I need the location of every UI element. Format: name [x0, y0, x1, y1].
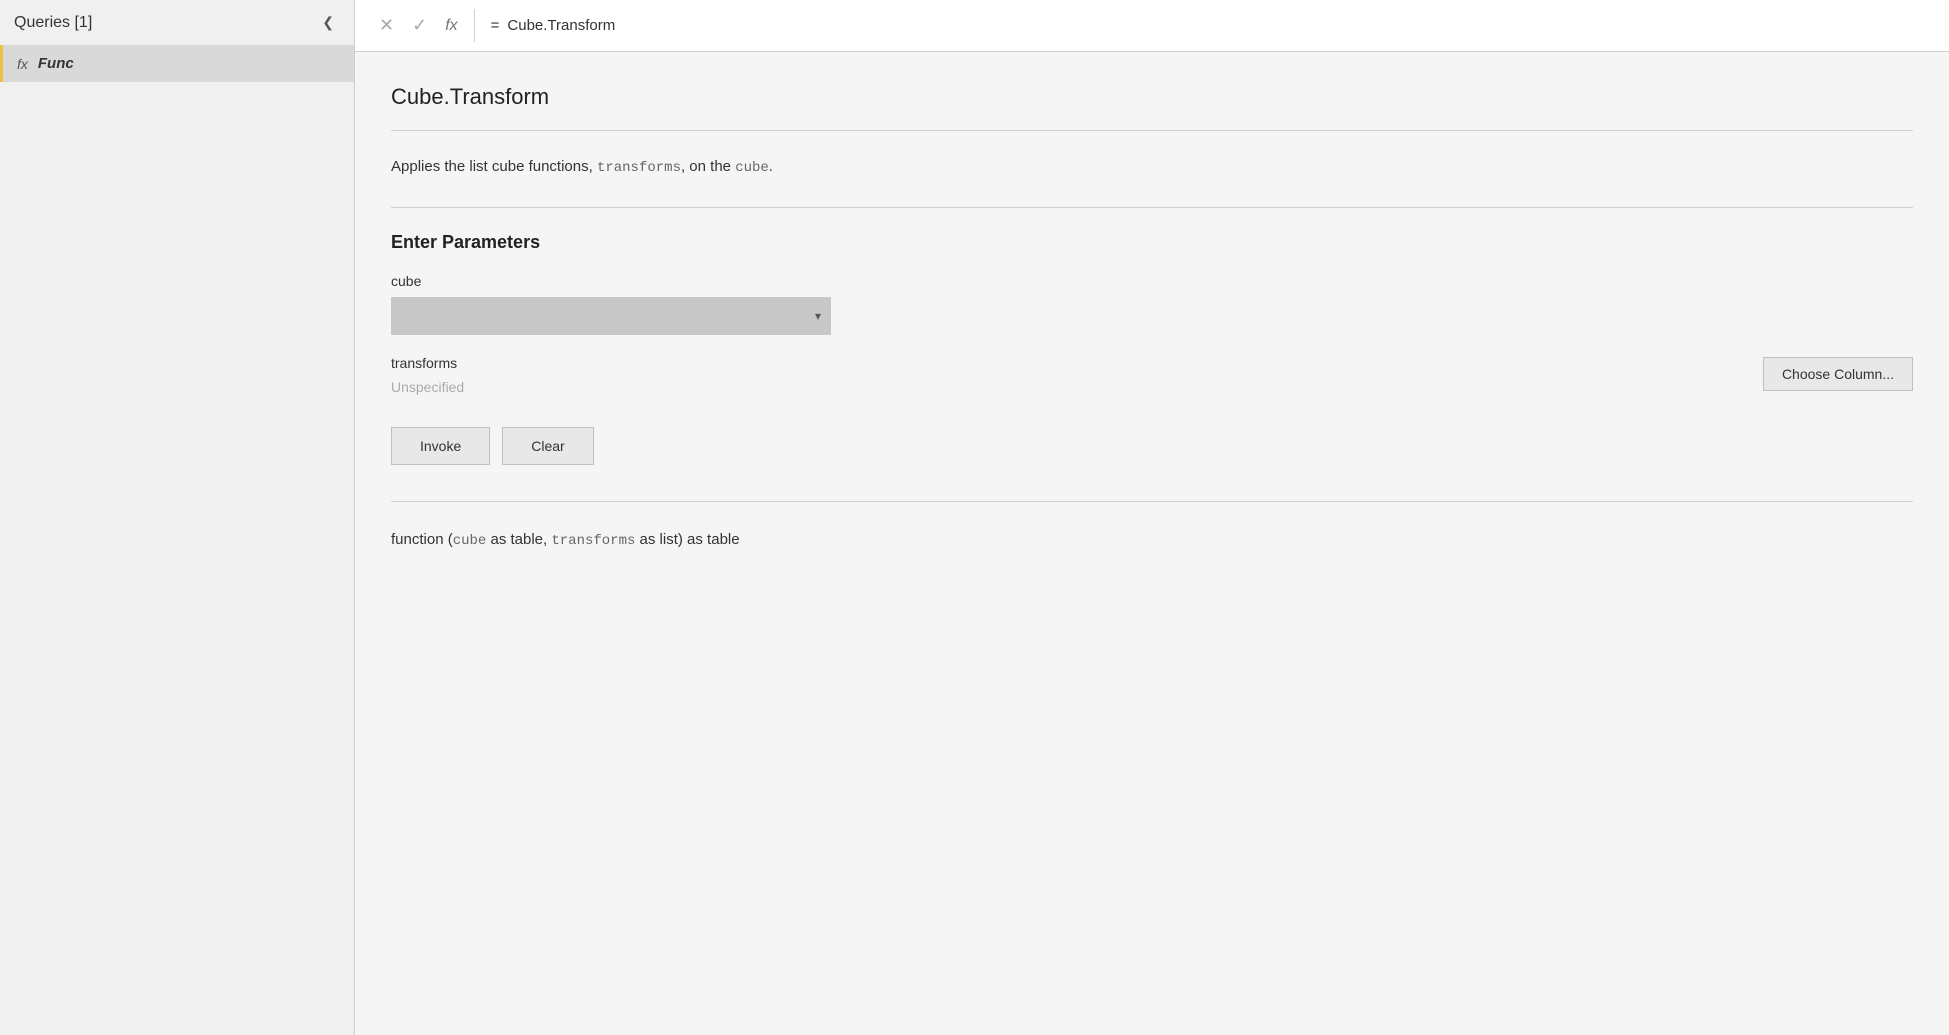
cancel-icon: ✕ — [379, 15, 394, 36]
formula-equals: = — [491, 17, 500, 34]
transforms-param-label: transforms — [391, 355, 1747, 371]
desc-middle: , on the — [681, 158, 735, 175]
choose-column-button[interactable]: Choose Column... — [1763, 357, 1913, 391]
action-buttons: Invoke Clear — [391, 427, 1913, 465]
parameters-section-title: Enter Parameters — [391, 232, 1913, 253]
sig-as-list: as list) as table — [635, 531, 739, 548]
sidebar: Queries [1] ❮ fx Func — [0, 0, 355, 1035]
cancel-formula-button[interactable]: ✕ — [371, 9, 402, 42]
sig-cube-code: cube — [453, 533, 487, 549]
cube-dropdown[interactable] — [391, 297, 831, 335]
function-title: Cube.Transform — [391, 84, 1913, 110]
desc-start: Applies the list cube functions, — [391, 158, 597, 175]
formula-bar: ✕ ✓ fx = Cube.Transform — [355, 0, 1949, 52]
sidebar-fx-icon: fx — [17, 56, 28, 72]
formula-input-area: = Cube.Transform — [475, 17, 1941, 34]
function-signature: function (cube as table, transforms as l… — [391, 526, 1913, 554]
sig-as-table: as table, — [486, 531, 551, 548]
divider-2 — [391, 207, 1913, 208]
desc-end: . — [769, 158, 773, 175]
transforms-unspecified: Unspecified — [391, 379, 1747, 395]
collapse-icon: ❮ — [322, 14, 334, 30]
formula-text: Cube.Transform — [507, 17, 615, 34]
sidebar-item-label: Func — [38, 55, 74, 72]
transforms-left: transforms Unspecified — [391, 355, 1747, 395]
cube-param-label: cube — [391, 273, 1913, 289]
desc-cube-code: cube — [735, 160, 769, 176]
queries-title: Queries [1] — [14, 14, 92, 32]
main-panel: ✕ ✓ fx = Cube.Transform Cube.Transform A… — [355, 0, 1949, 1035]
divider-1 — [391, 130, 1913, 131]
desc-transforms-code: transforms — [597, 160, 681, 176]
invoke-button[interactable]: Invoke — [391, 427, 490, 465]
sidebar-collapse-button[interactable]: ❮ — [316, 10, 340, 35]
sig-start: function ( — [391, 531, 453, 548]
cube-dropdown-container: ▾ — [391, 297, 831, 335]
fx-icon: fx — [445, 17, 457, 35]
transforms-row: transforms Unspecified Choose Column... — [391, 355, 1913, 395]
sidebar-header: Queries [1] ❮ — [0, 0, 354, 45]
formula-bar-actions: ✕ ✓ fx — [363, 9, 475, 42]
confirm-icon: ✓ — [412, 15, 427, 36]
description-text: Applies the list cube functions, transfo… — [391, 155, 1913, 179]
divider-3 — [391, 501, 1913, 502]
confirm-formula-button[interactable]: ✓ — [404, 9, 435, 42]
clear-button[interactable]: Clear — [502, 427, 593, 465]
sidebar-item-func[interactable]: fx Func — [0, 45, 354, 82]
sig-transforms-code: transforms — [551, 533, 635, 549]
fx-formula-button[interactable]: fx — [437, 11, 465, 41]
content-area: Cube.Transform Applies the list cube fun… — [355, 52, 1949, 1035]
